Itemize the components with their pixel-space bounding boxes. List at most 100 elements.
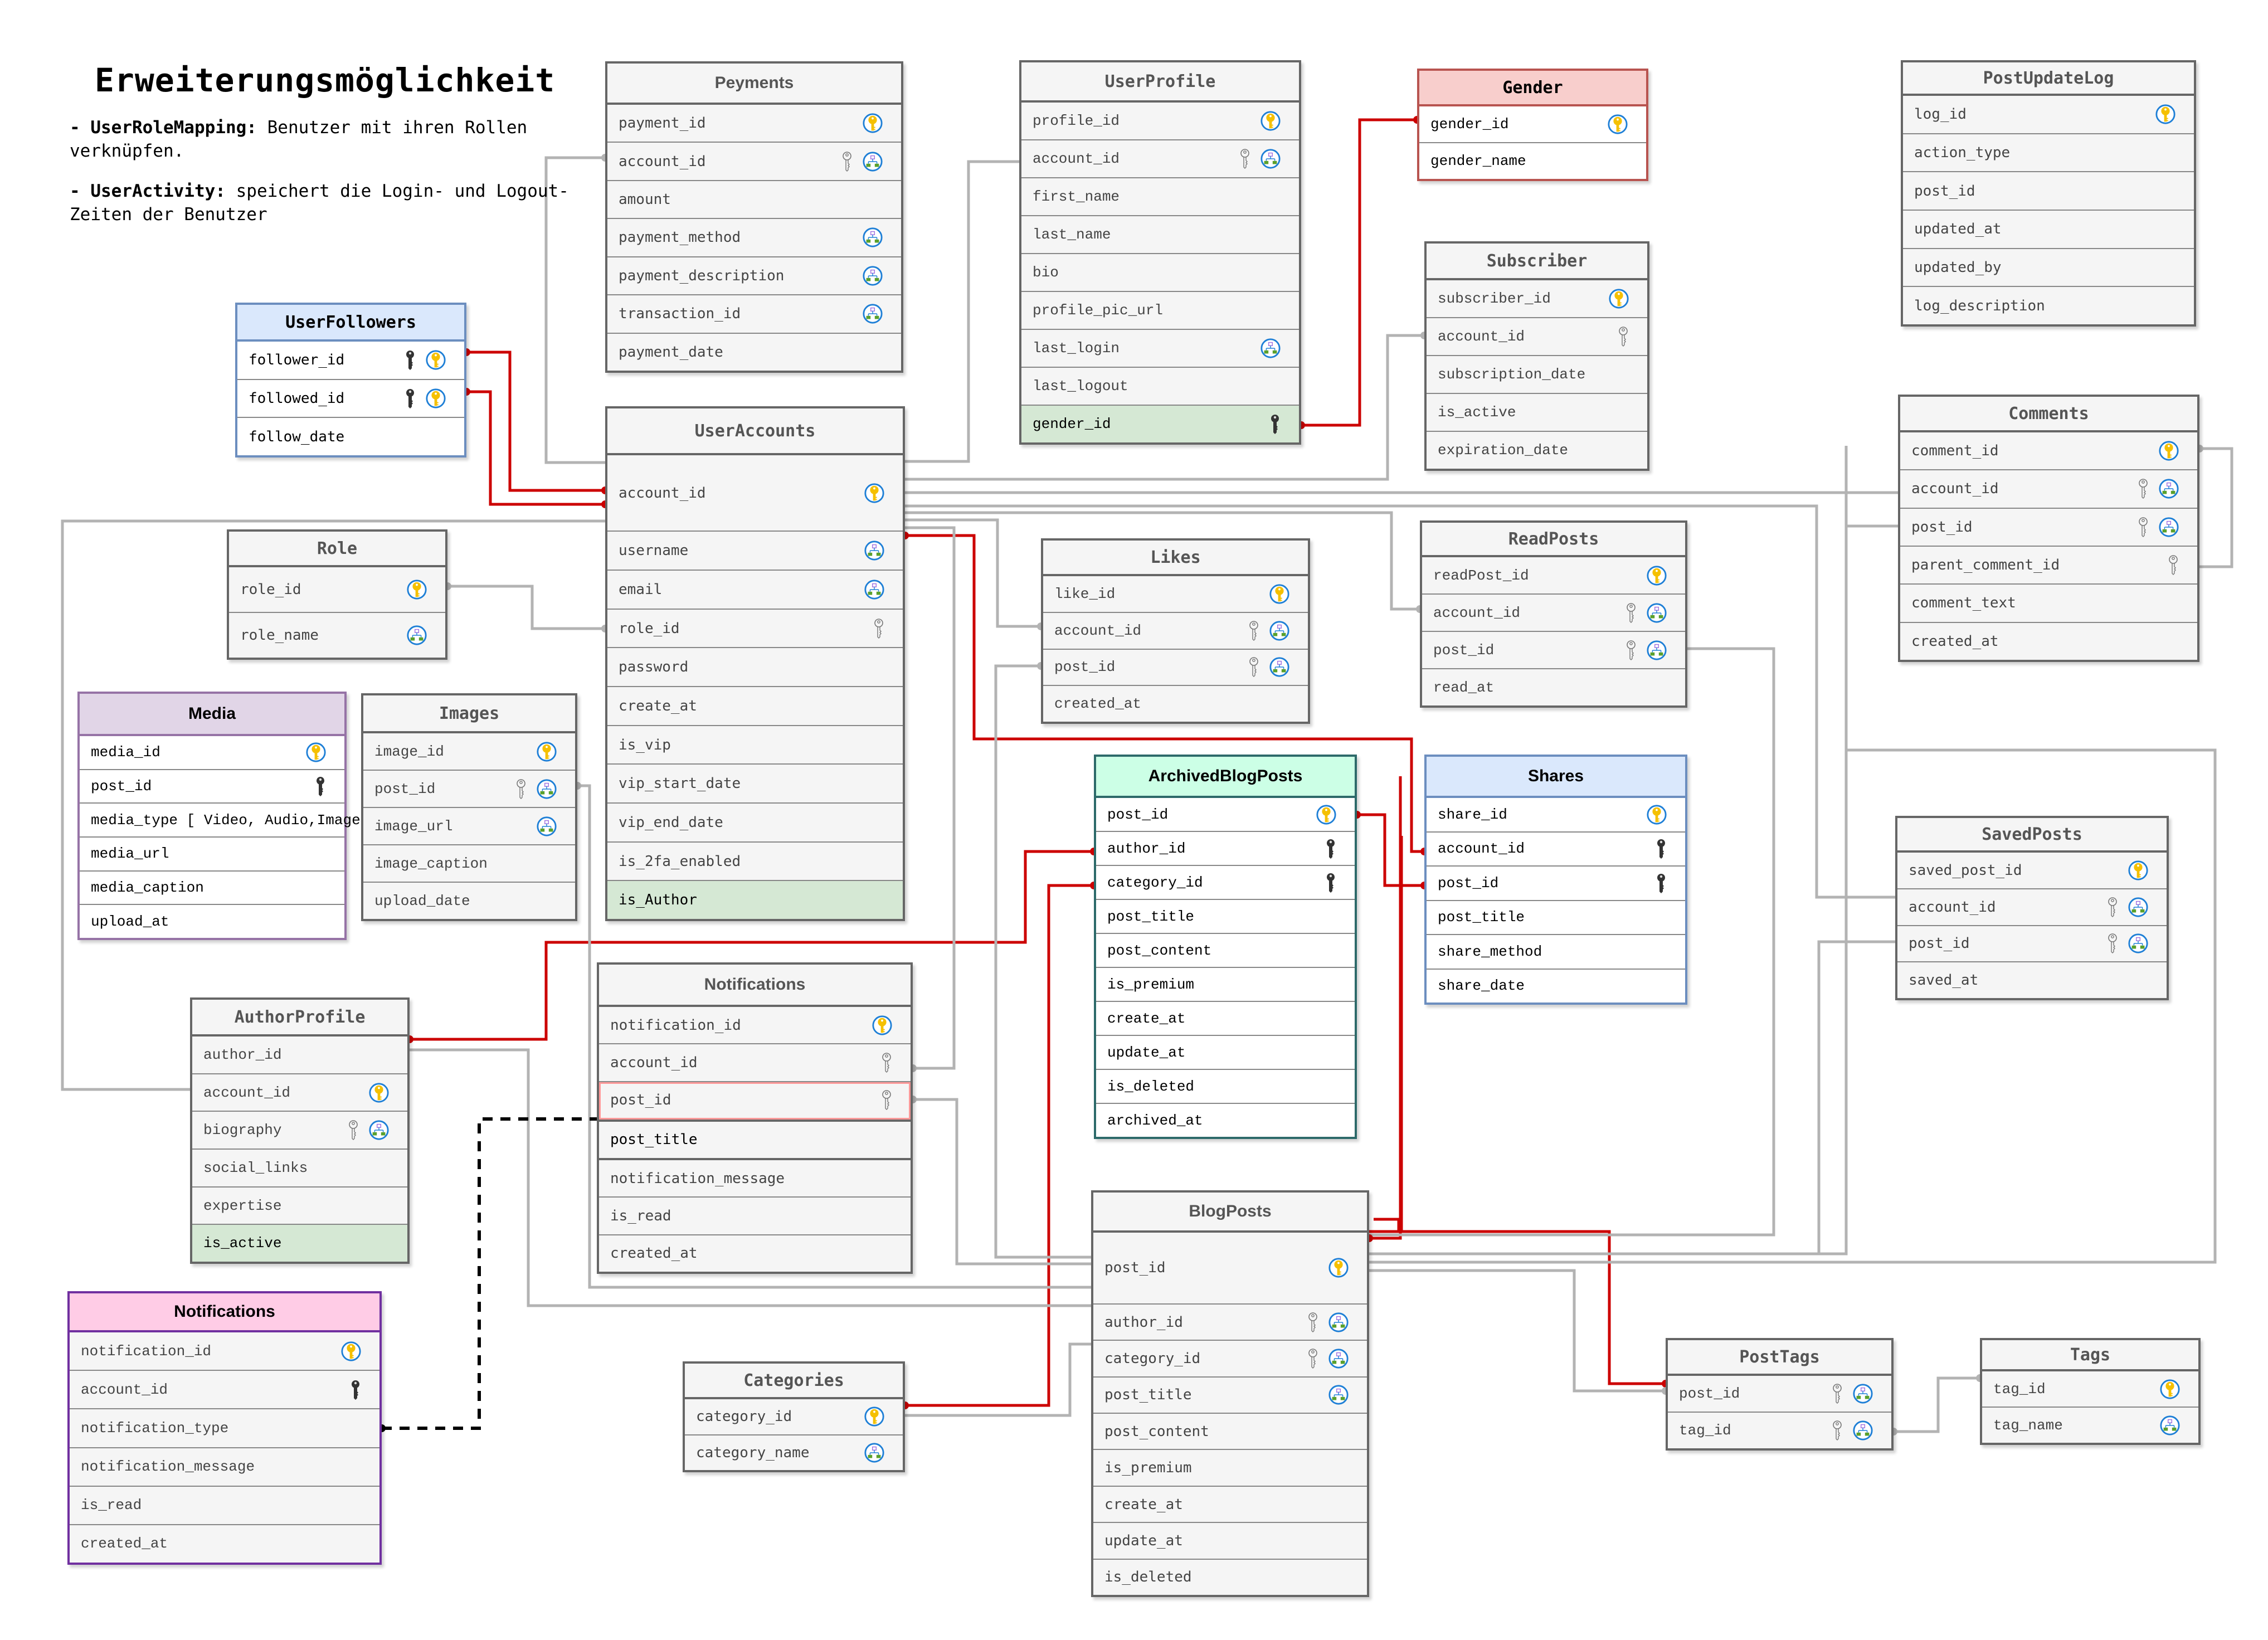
field-row[interactable]: archived_at xyxy=(1096,1104,1355,1137)
field-row[interactable]: tag_id xyxy=(1668,1413,1891,1448)
table-archivedblogposts[interactable]: ArchivedBlogPosts post_id author_id categor… xyxy=(1094,755,1357,1139)
field-row[interactable]: gender_id xyxy=(1021,406,1299,442)
field-row[interactable]: log_id xyxy=(1903,96,2194,134)
field-row[interactable]: updated_at xyxy=(1903,211,2194,249)
field-row[interactable]: notification_id xyxy=(70,1332,379,1371)
table-userprofile[interactable]: UserProfile profile_id account_id first_nam… xyxy=(1019,60,1301,445)
table-tags[interactable]: Tags tag_id tag_name xyxy=(1980,1338,2201,1445)
field-row[interactable]: comment_text xyxy=(1900,585,2197,623)
field-row[interactable]: payment_method xyxy=(607,219,901,257)
field-row[interactable]: account_id xyxy=(1427,833,1685,867)
field-row[interactable]: saved_at xyxy=(1897,962,2167,998)
field-row[interactable]: action_type xyxy=(1903,134,2194,173)
table-images[interactable]: Images image_id post_id image_url image_capt… xyxy=(361,693,577,921)
field-row[interactable]: create_at xyxy=(607,687,903,726)
field-row[interactable]: account_id xyxy=(607,455,903,532)
field-row[interactable]: saved_post_id xyxy=(1897,853,2167,889)
field-row[interactable]: created_at xyxy=(1043,686,1308,722)
field-row[interactable]: subscription_date xyxy=(1427,356,1647,394)
field-row[interactable]: is_vip xyxy=(607,726,903,765)
field-row[interactable]: email xyxy=(607,571,903,610)
field-row[interactable]: is_read xyxy=(70,1487,379,1525)
field-row[interactable]: post_id xyxy=(1043,650,1308,687)
field-row[interactable]: image_caption xyxy=(363,845,575,883)
field-row[interactable]: is_active xyxy=(192,1225,407,1262)
field-row[interactable]: parent_comment_id xyxy=(1900,547,2197,585)
field-row[interactable]: updated_by xyxy=(1903,249,2194,288)
field-row[interactable]: vip_start_date xyxy=(607,765,903,804)
field-row[interactable]: author_id xyxy=(1096,832,1355,866)
field-row[interactable]: post_title xyxy=(1427,901,1685,935)
table-userfollowers[interactable]: UserFollowers follower_id followed_id follo… xyxy=(235,303,466,458)
field-row[interactable]: post_id xyxy=(1096,798,1355,832)
field-row[interactable]: create_at xyxy=(1096,1002,1355,1036)
field-row[interactable]: first_name xyxy=(1021,178,1299,216)
field-row[interactable]: notification_id xyxy=(599,1007,911,1045)
field-row[interactable]: share_id xyxy=(1427,798,1685,833)
field-row[interactable]: update_at xyxy=(1093,1523,1367,1560)
field-row[interactable]: payment_description xyxy=(607,257,901,296)
field-row[interactable]: post_title xyxy=(599,1119,911,1161)
field-row[interactable]: readPost_id xyxy=(1422,557,1685,595)
field-row[interactable]: username xyxy=(607,532,903,571)
field-row[interactable]: category_id xyxy=(1096,866,1355,900)
field-row[interactable]: account_id xyxy=(1427,318,1647,356)
field-row[interactable]: post_id xyxy=(1093,1233,1367,1305)
field-row[interactable]: account_id xyxy=(599,1044,911,1082)
field-row[interactable]: post_content xyxy=(1093,1414,1367,1451)
field-row[interactable]: account_id xyxy=(1422,595,1685,632)
field-row[interactable]: notification_type xyxy=(70,1409,379,1448)
field-row[interactable]: is_premium xyxy=(1096,968,1355,1002)
field-row[interactable]: is_active xyxy=(1427,394,1647,432)
field-row[interactable]: follow_date xyxy=(237,418,464,455)
field-row[interactable]: payment_date xyxy=(607,334,901,371)
field-row[interactable]: is_Author xyxy=(607,881,903,919)
field-row[interactable]: notification_message xyxy=(70,1448,379,1487)
field-row[interactable]: category_name xyxy=(685,1435,903,1471)
field-row[interactable]: social_links xyxy=(192,1150,407,1188)
field-row[interactable]: profile_pic_url xyxy=(1021,292,1299,330)
field-row[interactable]: account_id xyxy=(70,1371,379,1410)
table-peyments[interactable]: Peyments payment_id account_id amount paymen… xyxy=(605,61,903,373)
field-row[interactable]: post_id xyxy=(599,1082,911,1120)
field-row[interactable]: is_deleted xyxy=(1093,1560,1367,1595)
field-row[interactable]: media_id xyxy=(80,736,344,770)
field-row[interactable]: is_2fa_enabled xyxy=(607,843,903,882)
field-row[interactable]: post_title xyxy=(1096,900,1355,934)
field-row[interactable]: image_url xyxy=(363,808,575,845)
field-row[interactable]: post_id xyxy=(363,771,575,808)
field-row[interactable]: author_id xyxy=(192,1036,407,1074)
field-row[interactable]: share_method xyxy=(1427,935,1685,970)
field-row[interactable]: image_id xyxy=(363,733,575,771)
field-row[interactable]: category_id xyxy=(685,1399,903,1435)
field-row[interactable]: password xyxy=(607,648,903,688)
field-row[interactable]: post_title xyxy=(1093,1378,1367,1414)
field-row[interactable]: create_at xyxy=(1093,1487,1367,1524)
field-row[interactable]: update_at xyxy=(1096,1036,1355,1070)
field-row[interactable]: gender_name xyxy=(1419,143,1646,179)
field-row[interactable]: role_name xyxy=(229,613,445,658)
table-likes[interactable]: Likes like_id account_id post_id created_at xyxy=(1041,538,1310,724)
table-posttags[interactable]: PostTags post_id tag_id xyxy=(1666,1338,1894,1451)
table-savedposts[interactable]: SavedPosts saved_post_id account_id post_id… xyxy=(1895,816,2169,1000)
field-row[interactable]: role_id xyxy=(607,610,903,649)
table-blogposts[interactable]: BlogPosts post_id author_id category_id post… xyxy=(1091,1190,1369,1597)
field-row[interactable]: expiration_date xyxy=(1427,432,1647,469)
field-row[interactable]: biography xyxy=(192,1112,407,1150)
field-row[interactable]: account_id xyxy=(192,1074,407,1112)
field-row[interactable]: account_id xyxy=(1043,613,1308,650)
field-row[interactable]: read_at xyxy=(1422,669,1685,705)
field-row[interactable]: upload_at xyxy=(80,905,344,938)
field-row[interactable]: notification_message xyxy=(599,1160,911,1198)
field-row[interactable]: followed_id xyxy=(237,380,464,418)
field-row[interactable]: role_id xyxy=(229,567,445,613)
field-row[interactable]: subscriber_id xyxy=(1427,280,1647,318)
table-role[interactable]: Role role_id role_name xyxy=(227,529,447,660)
field-row[interactable]: post_id xyxy=(1900,509,2197,547)
field-row[interactable]: media_type [ Video, Audio,Image] xyxy=(80,804,369,838)
field-row[interactable]: created_at xyxy=(1900,623,2197,660)
table-categories[interactable]: Categories category_id category_name xyxy=(683,1361,905,1472)
field-row[interactable]: media_url xyxy=(80,838,344,872)
field-row[interactable]: comment_id xyxy=(1900,432,2197,471)
table-media[interactable]: Media media_id post_id media_type [ Video, … xyxy=(77,692,369,940)
